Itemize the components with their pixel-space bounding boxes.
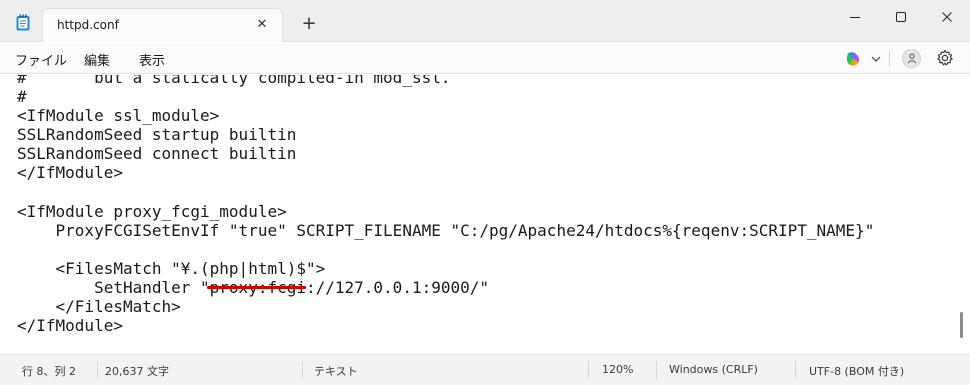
text-editor[interactable]: # but a statically compiled-in mod_ssl. #… <box>0 75 970 354</box>
status-separator <box>97 361 98 379</box>
status-separator <box>588 361 589 379</box>
code-line: </IfModule> <box>17 163 123 183</box>
code-line: </FilesMatch> <box>17 297 181 317</box>
tab-httpd-conf[interactable]: httpd.conf ✕ <box>42 8 283 42</box>
menu-edit[interactable]: 編集 <box>84 50 110 69</box>
tab-close-icon[interactable]: ✕ <box>252 15 272 35</box>
vertical-scrollbar-thumb[interactable] <box>960 312 963 338</box>
code-line: # <box>17 87 27 107</box>
code-line: SSLRandomSeed connect builtin <box>17 144 297 164</box>
copilot-icon[interactable] <box>844 50 862 68</box>
status-separator <box>302 361 303 379</box>
status-bar: 行 8、列 2 20,637 文字 テキスト 120% Windows (CRL… <box>0 354 970 385</box>
close-button[interactable] <box>924 3 970 31</box>
status-cursor-position[interactable]: 行 8、列 2 <box>22 363 76 379</box>
code-line: SSLRandomSeed startup builtin <box>17 125 297 145</box>
account-avatar[interactable] <box>902 49 921 68</box>
settings-gear-icon[interactable] <box>936 49 954 67</box>
minimize-button[interactable] <box>832 3 878 31</box>
tab-title: httpd.conf <box>57 18 119 32</box>
chevron-down-icon[interactable] <box>870 53 882 65</box>
status-char-count: 20,637 文字 <box>105 365 169 378</box>
status-format[interactable]: テキスト <box>314 363 358 379</box>
highlight-underline <box>207 286 306 289</box>
status-encoding[interactable]: UTF-8 (BOM 付き) <box>809 363 904 379</box>
code-text: # but a statically compiled-in mod_ssl. #… <box>17 75 874 335</box>
code-line: </IfModule> <box>17 316 123 336</box>
user-icon <box>907 53 917 64</box>
close-icon <box>942 12 952 22</box>
new-tab-button[interactable]: + <box>298 14 320 36</box>
maximize-icon <box>896 12 906 22</box>
code-line: <FilesMatch "¥.(php|html)$"> <box>17 258 326 278</box>
title-bar: httpd.conf ✕ + <box>0 0 970 42</box>
status-zoom[interactable]: 120% <box>602 363 633 376</box>
menu-view[interactable]: 表示 <box>139 50 165 69</box>
status-separator <box>656 361 657 379</box>
code-line: SetHandler "proxy:fcgi://127.0.0.1:9000/… <box>94 278 490 298</box>
code-line: <IfModule proxy_fcgi_module> <box>17 201 287 221</box>
code-line: ProxyFCGISetEnvIf "true" SCRIPT_FILENAME… <box>17 220 875 240</box>
menu-file[interactable]: ファイル <box>15 50 67 69</box>
code-line: # but a statically compiled-in mod_ssl. <box>17 75 451 87</box>
maximize-button[interactable] <box>878 3 924 31</box>
menu-bar: ファイル 編集 表示 <box>0 43 970 74</box>
status-line-ending[interactable]: Windows (CRLF) <box>669 363 758 376</box>
menu-separator <box>889 51 890 67</box>
notepad-icon <box>16 14 30 31</box>
code-line: <IfModule ssl_module> <box>17 106 220 126</box>
status-separator <box>795 361 796 379</box>
minimize-icon <box>850 17 860 18</box>
